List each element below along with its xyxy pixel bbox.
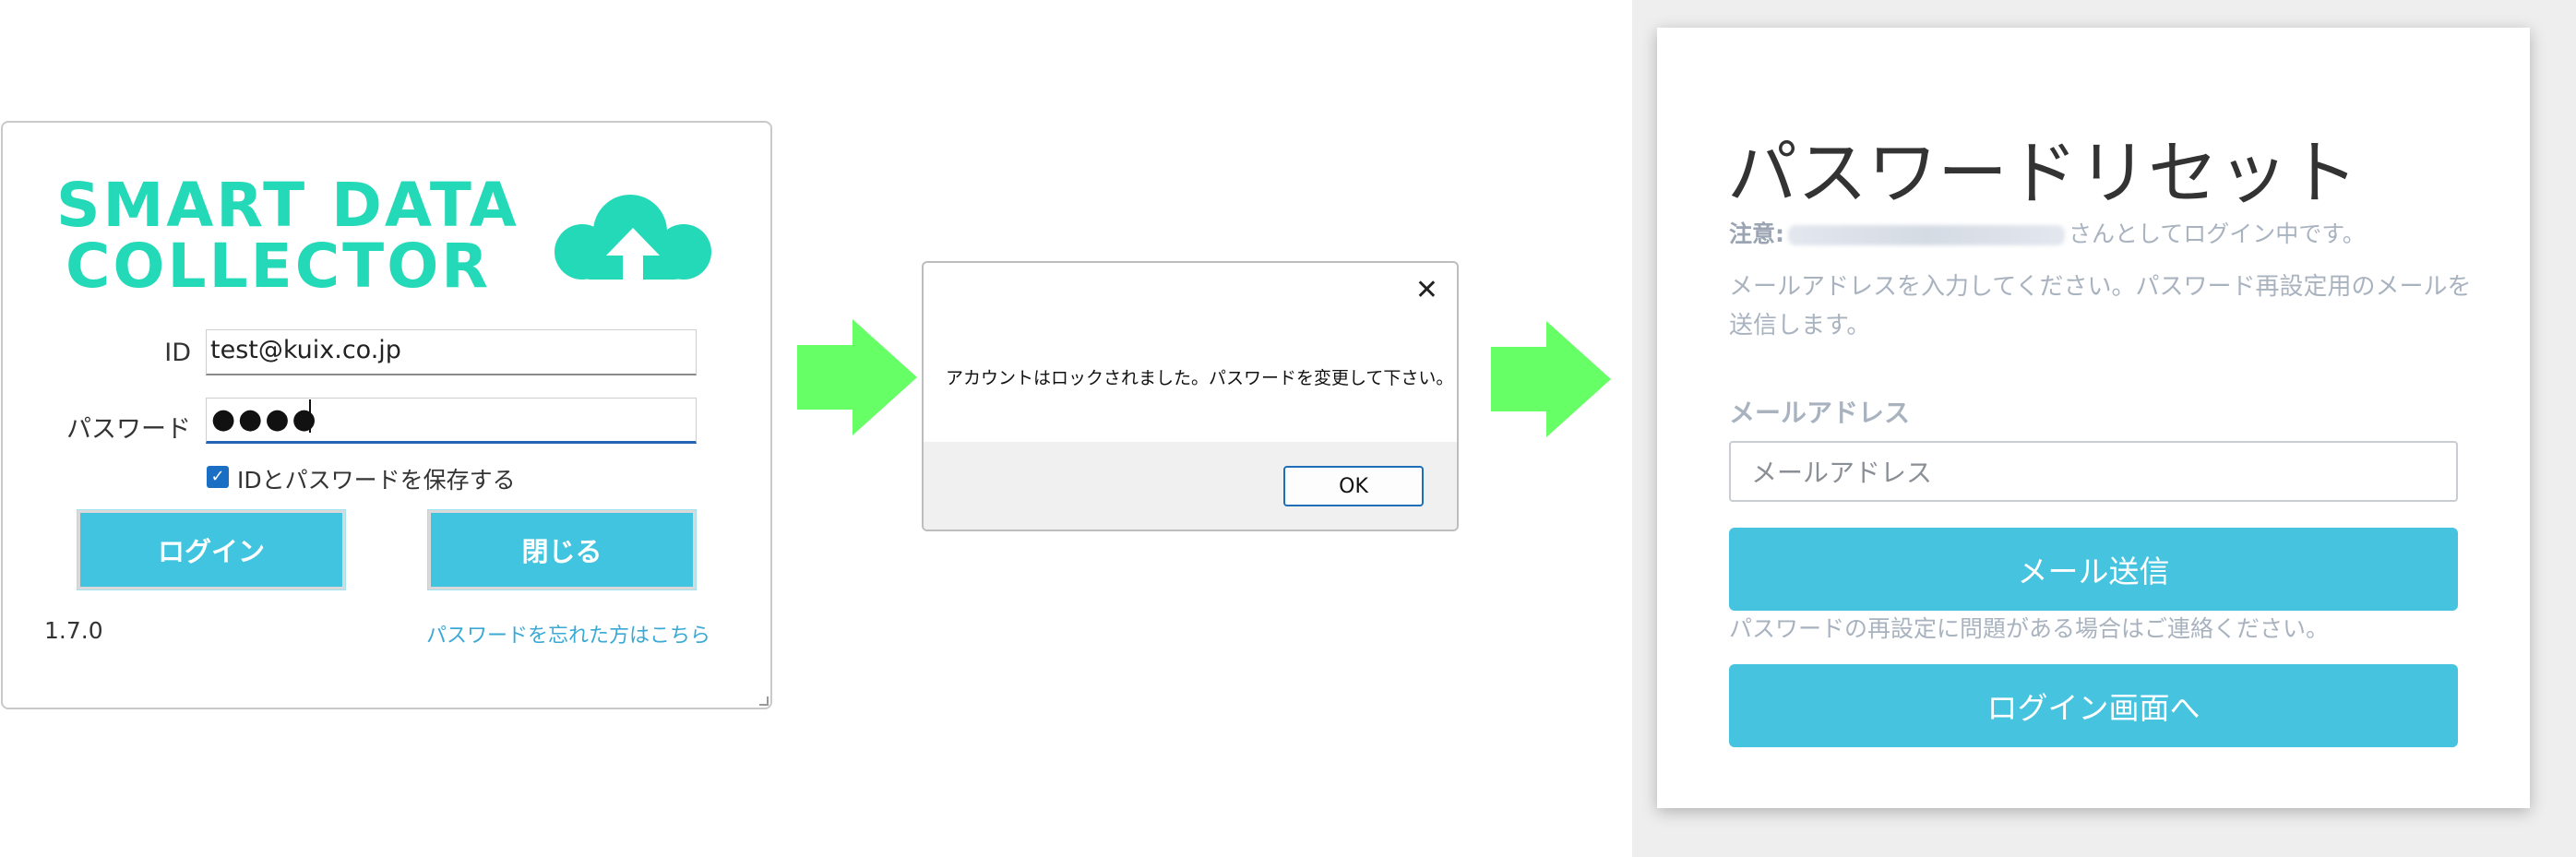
lock-message-dialog: ✕ アカウントはロックされました。パスワードを変更して下さい。 OK: [922, 261, 1459, 531]
smart-data-collector-logo: SMART DATA COLLECTOR: [56, 174, 711, 294]
login-button[interactable]: ログイン: [77, 509, 346, 590]
logo-line2: COLLECTOR: [66, 231, 491, 294]
email-label: メールアドレス: [1729, 398, 1911, 428]
cloud-upload-icon: [555, 195, 711, 283]
close-icon[interactable]: ✕: [1415, 274, 1438, 306]
password-masked-value: ●●●●: [211, 403, 319, 435]
send-email-button[interactable]: メール送信: [1729, 528, 2458, 611]
lock-message-text: アカウントはロックされました。パスワードを変更して下さい。: [946, 368, 1454, 388]
dialog-footer: OK: [924, 442, 1457, 530]
text-caret: [309, 399, 311, 433]
password-label: パスワード: [66, 415, 191, 444]
login-notice: 注意: さんとしてログイン中です。: [1729, 216, 2366, 249]
save-credentials-label[interactable]: IDとパスワードを保存する: [237, 462, 516, 495]
email-input[interactable]: メールアドレス: [1729, 441, 2458, 502]
ok-button[interactable]: OK: [1283, 466, 1424, 506]
resize-grip[interactable]: [759, 696, 769, 706]
back-to-login-button[interactable]: ログイン画面へ: [1729, 664, 2458, 747]
page-title: パスワードリセット: [1727, 132, 2358, 214]
close-button[interactable]: 閉じる: [427, 509, 697, 590]
redacted-email: [1788, 225, 2065, 245]
notice-label: 注意:: [1729, 220, 1784, 247]
login-window: SMART DATA COLLECTOR ID test@kuix.co.jp …: [1, 121, 772, 709]
contact-note: パスワードの再設定に問題がある場合はご連絡ください。: [1729, 615, 2330, 642]
screenshot-stage: SMART DATA COLLECTOR ID test@kuix.co.jp …: [0, 0, 2576, 857]
forgot-password-link[interactable]: パスワードを忘れた方はこちら: [426, 619, 710, 649]
reset-instructions: メールアドレスを入力してください。パスワード再設定用のメールを送信します。: [1729, 273, 2472, 339]
password-reset-card: パスワードリセット 注意: さんとしてログイン中です。 メールアドレスを入力してく…: [1657, 28, 2530, 808]
id-input[interactable]: test@kuix.co.jp: [206, 329, 697, 375]
version-label: 1.7.0: [44, 617, 103, 644]
notice-suffix: さんとしてログイン中です。: [2069, 220, 2366, 247]
right-arrow-icon: [1491, 321, 1611, 437]
save-credentials-checkbox[interactable]: ✓: [207, 466, 229, 488]
id-label: ID: [164, 339, 191, 367]
right-arrow-icon: [797, 319, 917, 435]
